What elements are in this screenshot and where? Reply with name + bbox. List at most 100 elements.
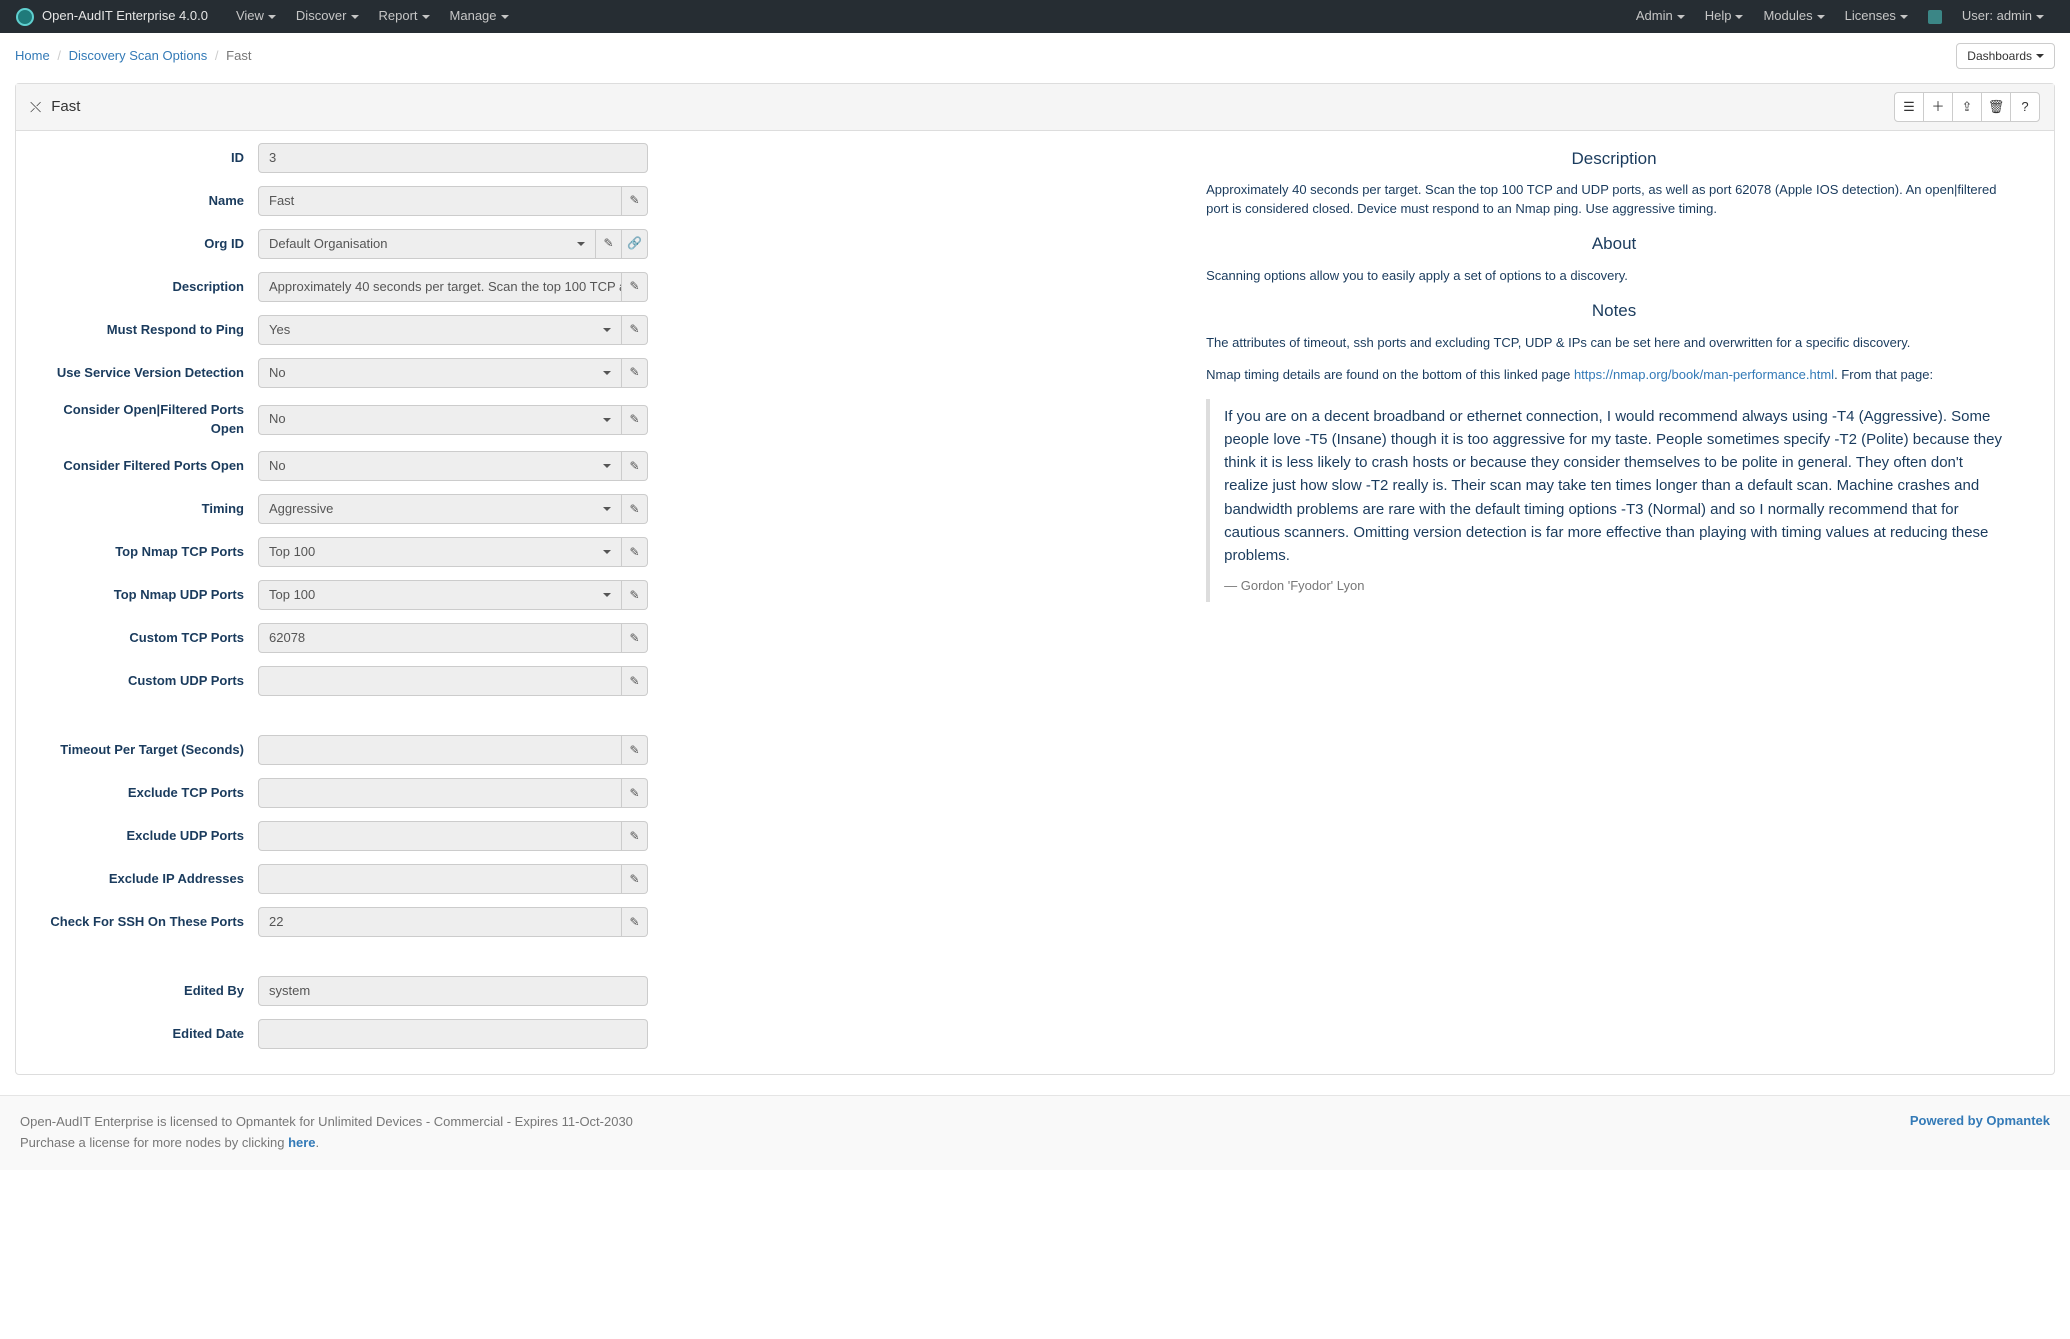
caret-icon xyxy=(1677,15,1685,19)
edit-ctcp-button[interactable]: ✎ xyxy=(622,623,648,653)
label-openfil: Consider Open|Filtered Ports Open xyxy=(28,401,258,438)
edit-svc-button[interactable]: ✎ xyxy=(622,358,648,388)
field-description[interactable]: Approximately 40 seconds per target. Sca… xyxy=(258,272,622,302)
label-edited-by: Edited By xyxy=(28,982,258,1001)
footer-purchase-link[interactable]: here xyxy=(288,1135,315,1150)
edit-description-button[interactable]: ✎ xyxy=(622,272,648,302)
nav-report[interactable]: Report xyxy=(369,0,440,33)
breadcrumb-home[interactable]: Home xyxy=(15,48,50,63)
label-id: ID xyxy=(28,149,258,168)
label-ping: Must Respond to Ping xyxy=(28,321,258,340)
edit-exip-button[interactable]: ✎ xyxy=(622,864,648,894)
label-name: Name xyxy=(28,192,258,211)
field-ssh[interactable]: 22 xyxy=(258,907,622,937)
nav-help[interactable]: Help xyxy=(1695,0,1754,33)
caret-icon xyxy=(2036,54,2044,58)
footer-license-line: Open-AudIT Enterprise is licensed to Opm… xyxy=(20,1112,1910,1133)
link-org-button[interactable]: 🔗 xyxy=(622,229,648,259)
shuffle-icon: ⤬ xyxy=(30,97,41,117)
field-name[interactable]: Fast xyxy=(258,186,622,216)
nav-licenses[interactable]: Licenses xyxy=(1835,0,1918,33)
field-topudp[interactable]: Top 100 xyxy=(258,580,622,610)
field-org[interactable]: Default Organisation xyxy=(258,229,596,259)
caret-icon xyxy=(422,15,430,19)
panel-title: Fast xyxy=(51,96,80,117)
label-ctcp: Custom TCP Ports xyxy=(28,629,258,648)
delete-button[interactable]: 🗑 xyxy=(1981,92,2011,122)
add-button[interactable]: ＋ xyxy=(1923,92,1953,122)
edit-name-button[interactable]: ✎ xyxy=(622,186,648,216)
info-column: Description Approximately 40 seconds per… xyxy=(1196,143,2042,1062)
user-icon xyxy=(1928,10,1942,24)
field-openfil[interactable]: No xyxy=(258,405,622,435)
nav-manage[interactable]: Manage xyxy=(440,0,519,33)
nav-admin[interactable]: Admin xyxy=(1626,0,1695,33)
edit-toptcp-button[interactable]: ✎ xyxy=(622,537,648,567)
breadcrumb: Home / Discovery Scan Options / Fast xyxy=(15,47,1956,66)
notes-text-2: Nmap timing details are found on the bot… xyxy=(1206,366,2022,385)
field-timing[interactable]: Aggressive xyxy=(258,494,622,524)
field-ping[interactable]: Yes xyxy=(258,315,622,345)
main-panel: ⤬ Fast ☰ ＋ ⇪ 🗑 ? ID 3 Name Fast xyxy=(15,83,2055,1075)
field-toptcp[interactable]: Top 100 xyxy=(258,537,622,567)
caret-icon xyxy=(1817,15,1825,19)
label-exip: Exclude IP Addresses xyxy=(28,870,258,889)
dashboards-button[interactable]: Dashboards xyxy=(1956,43,2055,69)
field-filtered[interactable]: No xyxy=(258,451,622,481)
edit-ping-button[interactable]: ✎ xyxy=(622,315,648,345)
field-exudp[interactable] xyxy=(258,821,622,851)
footer-purchase-pre: Purchase a license for more nodes by cli… xyxy=(20,1135,288,1150)
nav-left: View Discover Report Manage xyxy=(226,0,519,33)
edit-filtered-button[interactable]: ✎ xyxy=(622,451,648,481)
field-ctcp[interactable]: 62078 xyxy=(258,623,622,653)
field-id: 3 xyxy=(258,143,648,173)
edit-cudp-button[interactable]: ✎ xyxy=(622,666,648,696)
panel-header: ⤬ Fast ☰ ＋ ⇪ 🗑 ? xyxy=(16,84,2054,131)
field-extcp[interactable] xyxy=(258,778,622,808)
field-timeout[interactable] xyxy=(258,735,622,765)
description-heading: Description xyxy=(1206,147,2022,171)
caret-icon xyxy=(1735,15,1743,19)
powered-by-link[interactable]: Powered by Opmantek xyxy=(1910,1113,2050,1128)
label-org: Org ID xyxy=(28,235,258,254)
form-column: ID 3 Name Fast ✎ Org ID Default Organisa… xyxy=(28,143,1196,1062)
logo-icon xyxy=(16,8,34,26)
field-svc[interactable]: No xyxy=(258,358,622,388)
caret-icon xyxy=(351,15,359,19)
edit-timeout-button[interactable]: ✎ xyxy=(622,735,648,765)
breadcrumb-sep: / xyxy=(57,48,61,63)
field-cudp[interactable] xyxy=(258,666,622,696)
breadcrumb-current: Fast xyxy=(226,48,251,63)
edit-topudp-button[interactable]: ✎ xyxy=(622,580,648,610)
label-cudp: Custom UDP Ports xyxy=(28,672,258,691)
edit-timing-button[interactable]: ✎ xyxy=(622,494,648,524)
nav-discover[interactable]: Discover xyxy=(286,0,369,33)
field-exip[interactable] xyxy=(258,864,622,894)
nav-view[interactable]: View xyxy=(226,0,286,33)
label-edited-date: Edited Date xyxy=(28,1025,258,1044)
brand-text: Open-AudIT Enterprise 4.0.0 xyxy=(42,7,208,26)
label-toptcp: Top Nmap TCP Ports xyxy=(28,543,258,562)
edit-extcp-button[interactable]: ✎ xyxy=(622,778,648,808)
edit-ssh-button[interactable]: ✎ xyxy=(622,907,648,937)
list-button[interactable]: ☰ xyxy=(1894,92,1924,122)
quote-text: If you are on a decent broadband or ethe… xyxy=(1224,405,2008,568)
caret-icon xyxy=(501,15,509,19)
nav-user-icon[interactable] xyxy=(1918,0,1952,33)
edit-openfil-button[interactable]: ✎ xyxy=(622,405,648,435)
nav-modules[interactable]: Modules xyxy=(1753,0,1834,33)
label-topudp: Top Nmap UDP Ports xyxy=(28,586,258,605)
label-exudp: Exclude UDP Ports xyxy=(28,827,258,846)
help-button[interactable]: ? xyxy=(2010,92,2040,122)
edit-exudp-button[interactable]: ✎ xyxy=(622,821,648,851)
nav-user[interactable]: User: admin xyxy=(1952,0,2054,33)
export-button[interactable]: ⇪ xyxy=(1952,92,1982,122)
label-extcp: Exclude TCP Ports xyxy=(28,784,258,803)
notes-text-1: The attributes of timeout, ssh ports and… xyxy=(1206,334,2022,353)
nmap-link[interactable]: https://nmap.org/book/man-performance.ht… xyxy=(1574,367,1834,382)
label-filtered: Consider Filtered Ports Open xyxy=(28,457,258,476)
caret-icon xyxy=(268,15,276,19)
breadcrumb-section[interactable]: Discovery Scan Options xyxy=(69,48,208,63)
field-edited-date xyxy=(258,1019,648,1049)
edit-org-button[interactable]: ✎ xyxy=(596,229,622,259)
